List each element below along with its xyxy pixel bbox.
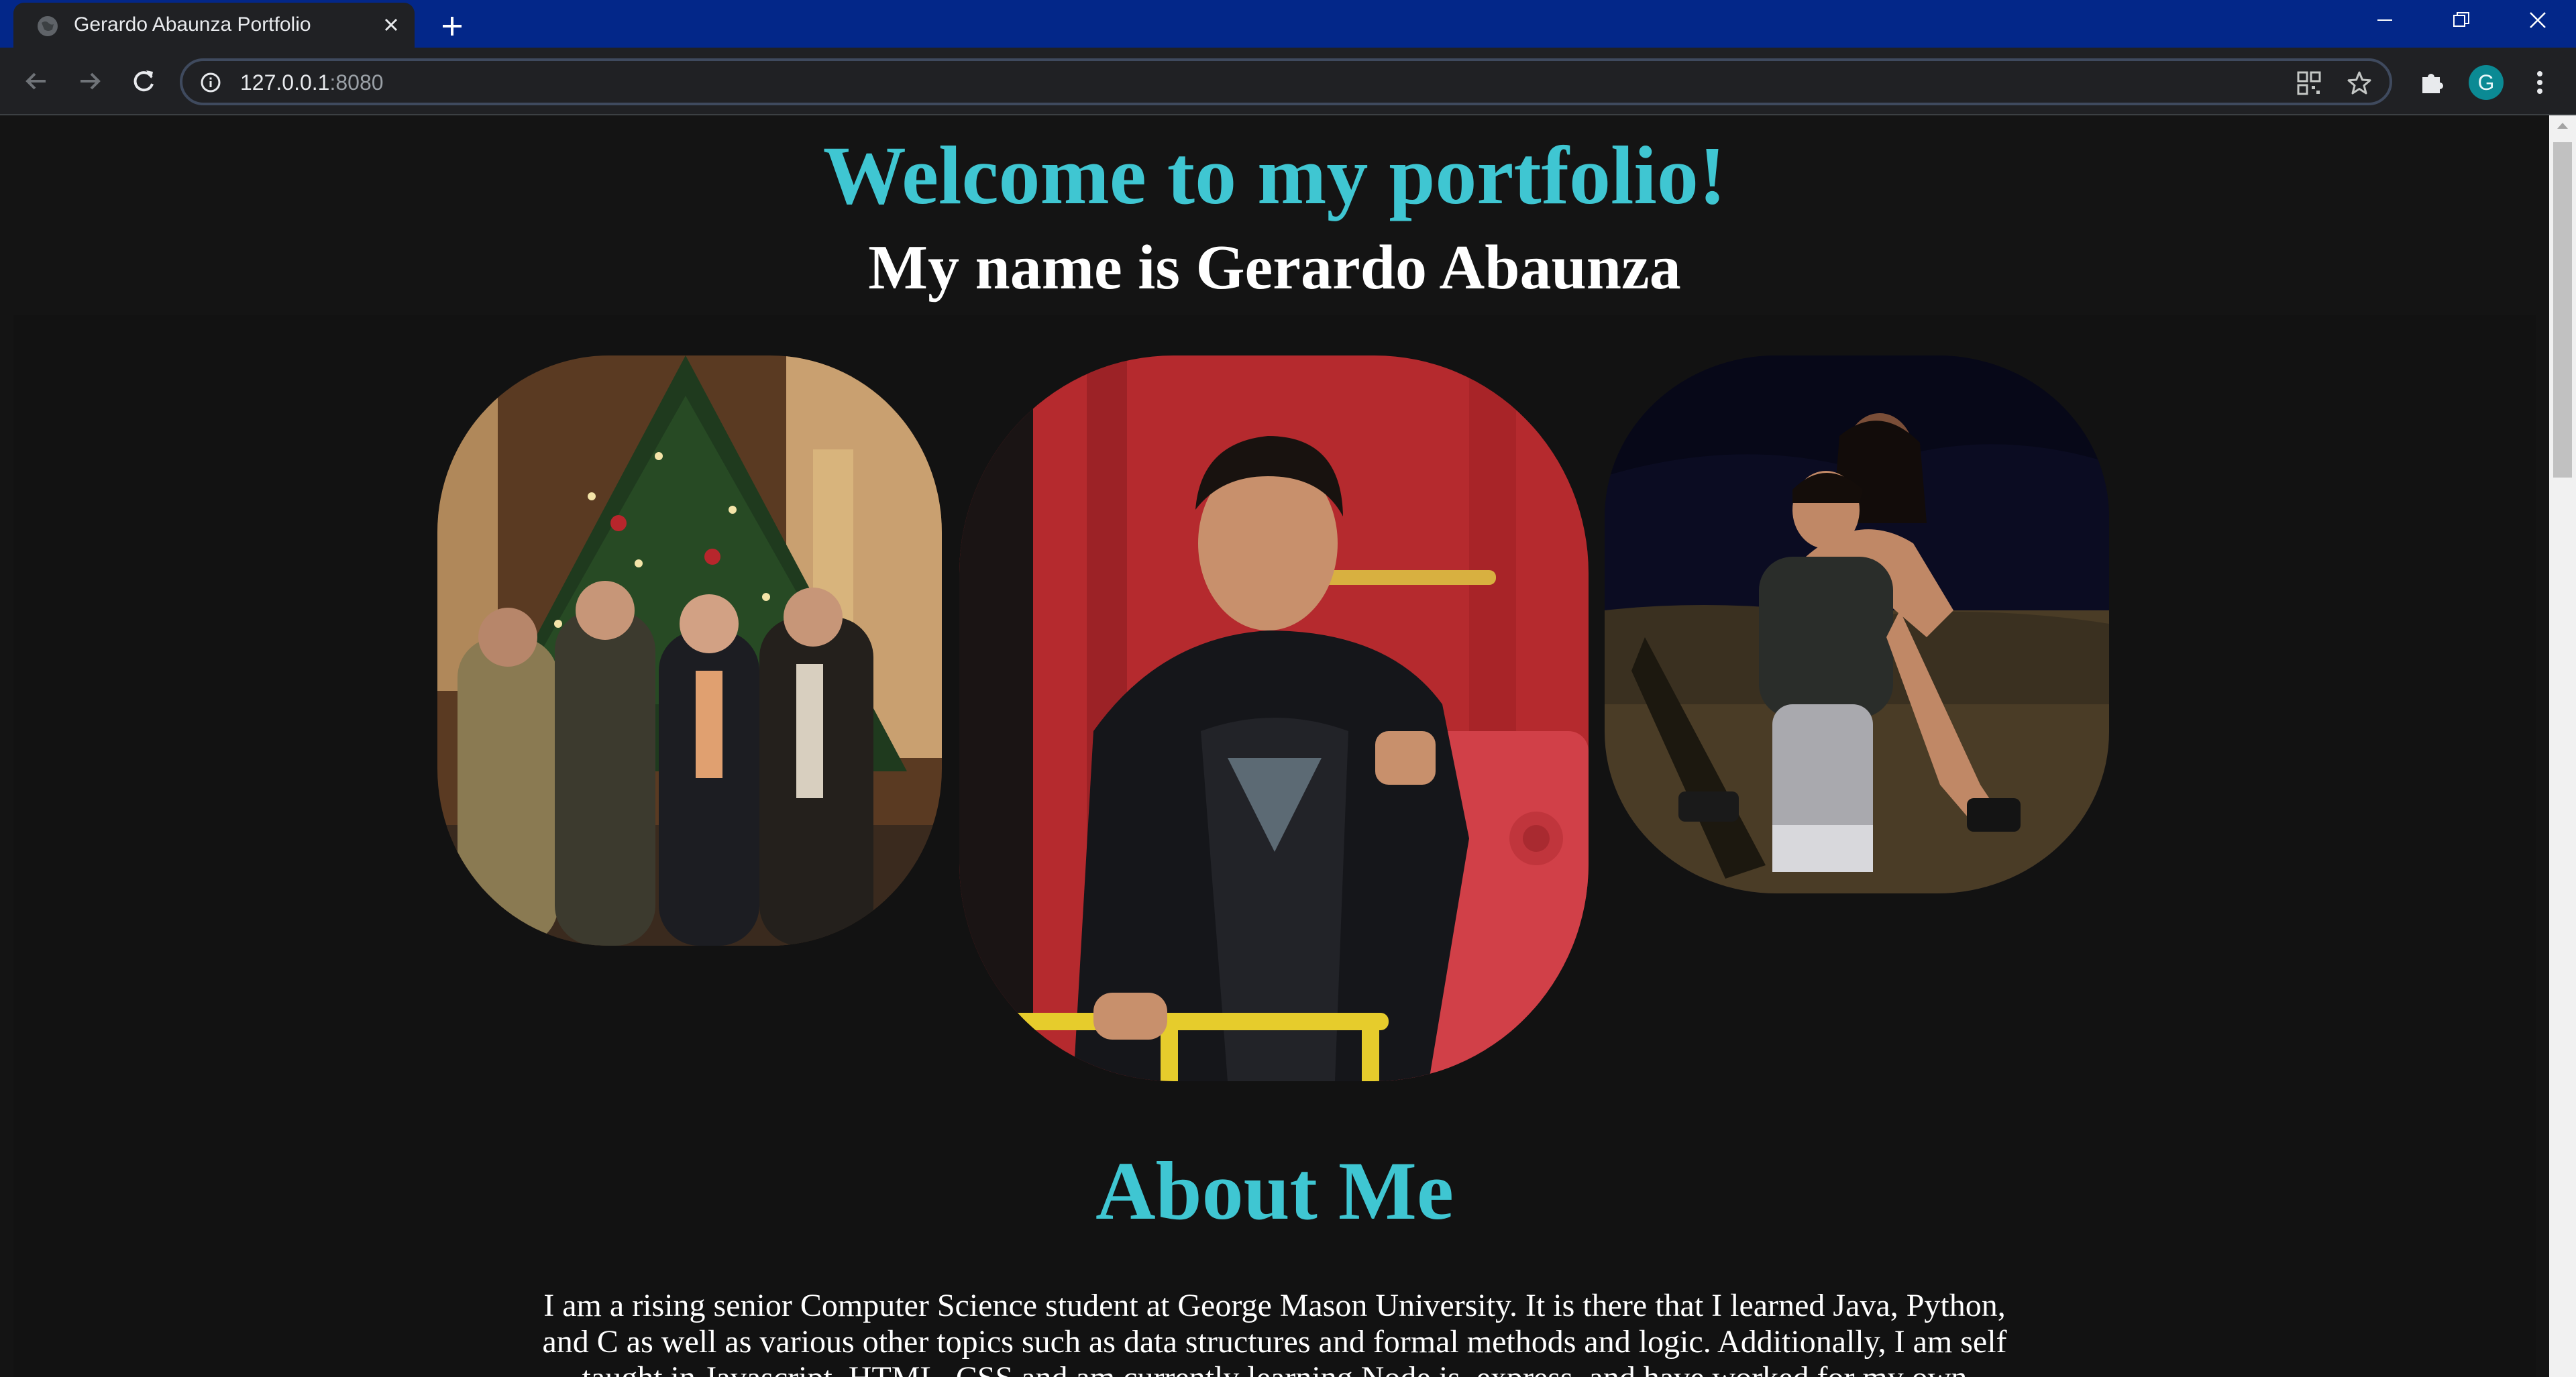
minimize-button[interactable] — [2347, 0, 2423, 42]
browser-title-bar: Gerardo Abaunza Portfolio — [0, 0, 2576, 48]
page-subtitle: My name is Gerardo Abaunza — [868, 233, 1681, 302]
close-icon — [2530, 12, 2546, 28]
back-arrow-icon[interactable] — [20, 65, 52, 97]
close-tab-icon[interactable] — [380, 13, 402, 36]
portrait-red-train — [959, 355, 1589, 1081]
kebab-menu-icon[interactable] — [2528, 68, 2552, 97]
extensions-puzzle-icon[interactable] — [2417, 68, 2447, 97]
browser-toolbar: 127.0.0.1:8080 — [0, 48, 2576, 115]
piggyback-photo-night — [1605, 355, 2109, 893]
minimize-icon — [2377, 19, 2392, 21]
profile-avatar[interactable]: G — [2469, 65, 2504, 100]
url-host: 127.0.0.1 — [240, 70, 330, 95]
group-photo-christmas-tree — [437, 355, 942, 946]
qr-code-icon[interactable] — [2296, 70, 2322, 97]
about-paragraph: I am a rising senior Computer Science st… — [542, 1288, 2007, 1377]
url-port: :8080 — [329, 70, 384, 95]
bookmark-star-icon[interactable] — [2345, 69, 2373, 97]
scroll-up-arrow-icon[interactable] — [2556, 121, 2569, 130]
restore-button[interactable] — [2423, 0, 2500, 42]
restore-icon — [2453, 12, 2469, 27]
close-window-button[interactable] — [2500, 0, 2576, 42]
address-bar[interactable]: 127.0.0.1:8080 — [180, 58, 2392, 105]
forward-arrow-icon[interactable] — [74, 65, 106, 97]
site-info-icon[interactable] — [200, 72, 221, 93]
browser-tab[interactable]: Gerardo Abaunza Portfolio — [13, 3, 415, 48]
globe-icon — [38, 16, 58, 36]
tab-title: Gerardo Abaunza Portfolio — [74, 13, 311, 36]
about-heading: About Me — [1095, 1145, 1454, 1237]
vertical-scrollbar[interactable] — [2549, 115, 2576, 1377]
new-tab-icon[interactable] — [436, 10, 468, 42]
reload-icon[interactable] — [127, 65, 160, 97]
page-title: Welcome to my portfolio! — [822, 129, 1727, 221]
page-viewport[interactable]: Welcome to my portfolio! My name is Gera… — [0, 115, 2549, 1377]
url-text: 127.0.0.1:8080 — [240, 70, 384, 95]
scrollbar-thumb[interactable] — [2553, 142, 2572, 478]
page-header: Welcome to my portfolio! My name is Gera… — [0, 115, 2549, 315]
